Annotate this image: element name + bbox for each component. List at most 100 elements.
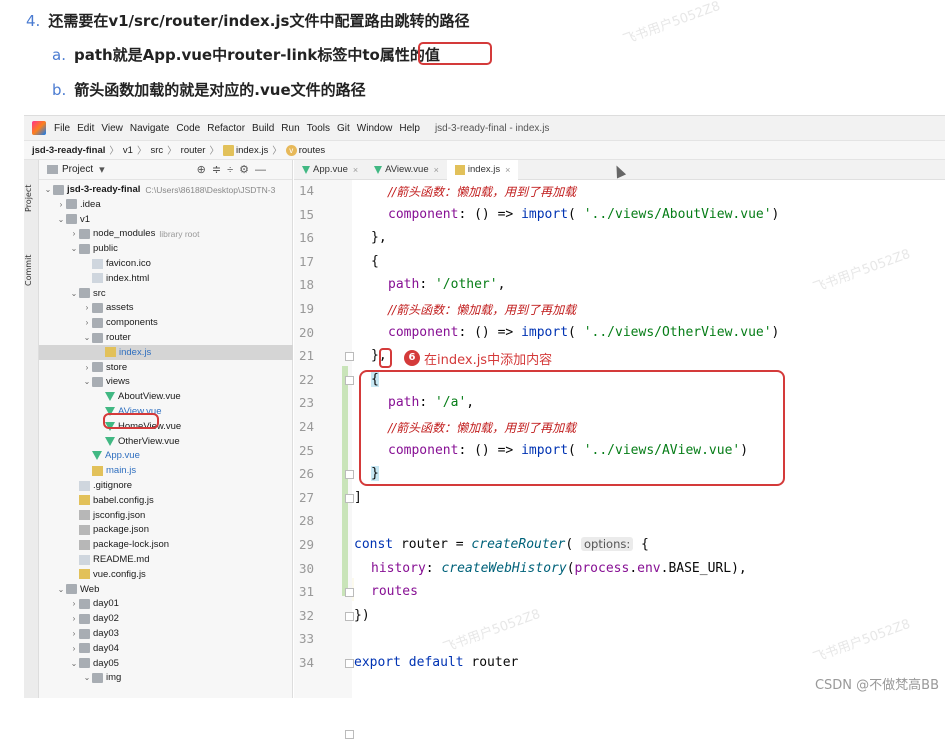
tree-item[interactable]: ⌄ day05 — [39, 656, 293, 671]
menu-item[interactable]: Help — [399, 123, 420, 134]
tree-item[interactable]: AboutView.vue — [39, 389, 293, 404]
line-number: 14 — [298, 183, 314, 198]
tab-aview-vue[interactable]: AView.vue × — [366, 160, 447, 180]
tab-label: AView.vue — [385, 164, 429, 175]
breadcrumb-src[interactable]: src — [150, 145, 163, 156]
breadcrumb-file[interactable]: index.js — [236, 145, 268, 156]
tree-item[interactable]: package.json — [39, 522, 293, 537]
menu-item[interactable]: Tools — [307, 123, 330, 134]
breadcrumb-router[interactable]: router — [181, 145, 206, 156]
project-tool-button[interactable]: Project — [24, 168, 39, 228]
fold-icon[interactable] — [345, 494, 354, 503]
tree-item[interactable]: AView.vue — [39, 404, 293, 419]
tree-item[interactable]: HomeView.vue — [39, 419, 293, 434]
gear-icon[interactable]: ⚙ — [239, 163, 249, 176]
tree-item[interactable]: babel.config.js — [39, 493, 293, 508]
chevron-right-icon[interactable]: › — [82, 303, 92, 312]
tree-item[interactable]: › day03 — [39, 626, 293, 641]
chevron-right-icon[interactable]: › — [56, 200, 66, 209]
chevron-down-icon[interactable]: ▾ — [99, 163, 105, 176]
chevron-right-icon[interactable]: › — [69, 614, 79, 623]
tree-item[interactable]: main.js — [39, 463, 293, 478]
tree-item[interactable]: .gitignore — [39, 478, 293, 493]
tree-item[interactable]: favicon.ico — [39, 256, 293, 271]
tree-item[interactable]: › assets — [39, 300, 293, 315]
chevron-right-icon[interactable]: › — [69, 629, 79, 638]
tree-item[interactable]: ⌄ Web — [39, 582, 293, 597]
tree-item[interactable]: ⌄ router — [39, 330, 293, 345]
menu-item[interactable]: File — [54, 123, 70, 134]
tab-index-js[interactable]: index.js × — [446, 159, 519, 180]
fold-icon[interactable] — [345, 352, 354, 361]
commit-tool-button[interactable]: Commit — [24, 240, 39, 300]
menu-item[interactable]: Build — [252, 123, 274, 134]
tree-item[interactable]: package-lock.json — [39, 537, 293, 552]
close-icon[interactable]: × — [505, 165, 510, 175]
tree-item[interactable]: › .idea — [39, 197, 293, 212]
chevron-down-icon[interactable]: ⌄ — [56, 585, 66, 594]
line-number: 32 — [298, 607, 314, 623]
chevron-down-icon[interactable]: ⌄ — [82, 673, 92, 682]
target-icon[interactable]: ⊕ — [197, 163, 206, 176]
tree-item[interactable]: › day01 — [39, 596, 293, 611]
fold-icon[interactable] — [345, 376, 354, 385]
tree-item[interactable]: App.vue — [39, 448, 293, 463]
menu-item[interactable]: Navigate — [130, 123, 169, 134]
tree-item[interactable]: ⌄ public — [39, 241, 293, 256]
annotation-text: 在index.js中添加内容 — [424, 353, 553, 368]
chevron-right-icon[interactable]: › — [82, 363, 92, 372]
fold-icon[interactable] — [345, 470, 354, 479]
minimize-icon[interactable]: — — [255, 164, 266, 176]
tree-item[interactable]: ⌄ v1 — [39, 212, 293, 227]
chevron-down-icon[interactable]: ⌄ — [69, 659, 79, 668]
tree-item[interactable]: › node_modules library root — [39, 226, 293, 241]
tree-item[interactable]: jsconfig.json — [39, 508, 293, 523]
tree-item[interactable]: › components — [39, 315, 293, 330]
chevron-right-icon[interactable]: › — [69, 644, 79, 653]
fold-icon[interactable] — [345, 730, 354, 739]
collapse-all-icon[interactable]: ≑ — [212, 163, 221, 176]
fold-icon[interactable] — [345, 659, 354, 668]
tree-item[interactable]: ⌄ src — [39, 286, 293, 301]
tab-app-vue[interactable]: App.vue × — [294, 160, 366, 180]
tree-item[interactable]: › day02 — [39, 611, 293, 626]
menu-item[interactable]: View — [101, 123, 123, 134]
project-panel-title[interactable]: Project — [62, 164, 93, 175]
tree-item[interactable]: index.html — [39, 271, 293, 286]
tree-item[interactable]: README.md — [39, 552, 293, 567]
chevron-down-icon[interactable]: ⌄ — [82, 333, 92, 342]
chevron-right-icon[interactable]: › — [69, 229, 79, 238]
chevron-down-icon[interactable]: ⌄ — [82, 377, 92, 386]
tree-item[interactable]: ⌄ img — [39, 670, 293, 685]
menu-item[interactable]: Run — [281, 123, 299, 134]
tree-item[interactable]: › day04 — [39, 641, 293, 656]
tree-item[interactable]: index.js — [39, 344, 293, 360]
chevron-right-icon[interactable]: › — [69, 599, 79, 608]
menu-item[interactable]: Edit — [77, 123, 94, 134]
breadcrumb-v1[interactable]: v1 — [123, 145, 133, 156]
menu-item[interactable]: Window — [357, 123, 393, 134]
expand-all-icon[interactable]: ÷ — [227, 164, 233, 176]
menu-item[interactable]: Refactor — [207, 123, 245, 134]
line-number: 23 — [298, 395, 314, 411]
menu-item[interactable]: Code — [176, 123, 200, 134]
close-icon[interactable]: × — [353, 165, 358, 175]
chevron-down-icon[interactable]: ⌄ — [56, 215, 66, 224]
vue-icon — [374, 165, 383, 174]
breadcrumb-project[interactable]: jsd-3-ready-final — [32, 145, 105, 156]
tree-item[interactable]: ⌄ jsd-3-ready-final C:\Users\86188\Desktop… — [39, 182, 293, 197]
close-icon[interactable]: × — [434, 165, 439, 175]
chevron-down-icon[interactable]: ⌄ — [69, 244, 79, 253]
fold-icon[interactable] — [345, 588, 354, 597]
chevron-down-icon[interactable]: ⌄ — [69, 289, 79, 298]
chevron-right-icon[interactable]: › — [82, 318, 92, 327]
tree-item[interactable]: vue.config.js — [39, 567, 293, 582]
chevron-down-icon[interactable]: ⌄ — [43, 185, 53, 194]
fold-icon[interactable] — [345, 612, 354, 621]
breadcrumb-symbol[interactable]: routes — [299, 145, 325, 156]
menu-item[interactable]: Git — [337, 123, 350, 134]
tree-item[interactable]: ⌄ views — [39, 374, 293, 389]
tree-item[interactable]: OtherView.vue — [39, 434, 293, 449]
file-icon — [79, 554, 90, 565]
tree-item[interactable]: › store — [39, 360, 293, 375]
